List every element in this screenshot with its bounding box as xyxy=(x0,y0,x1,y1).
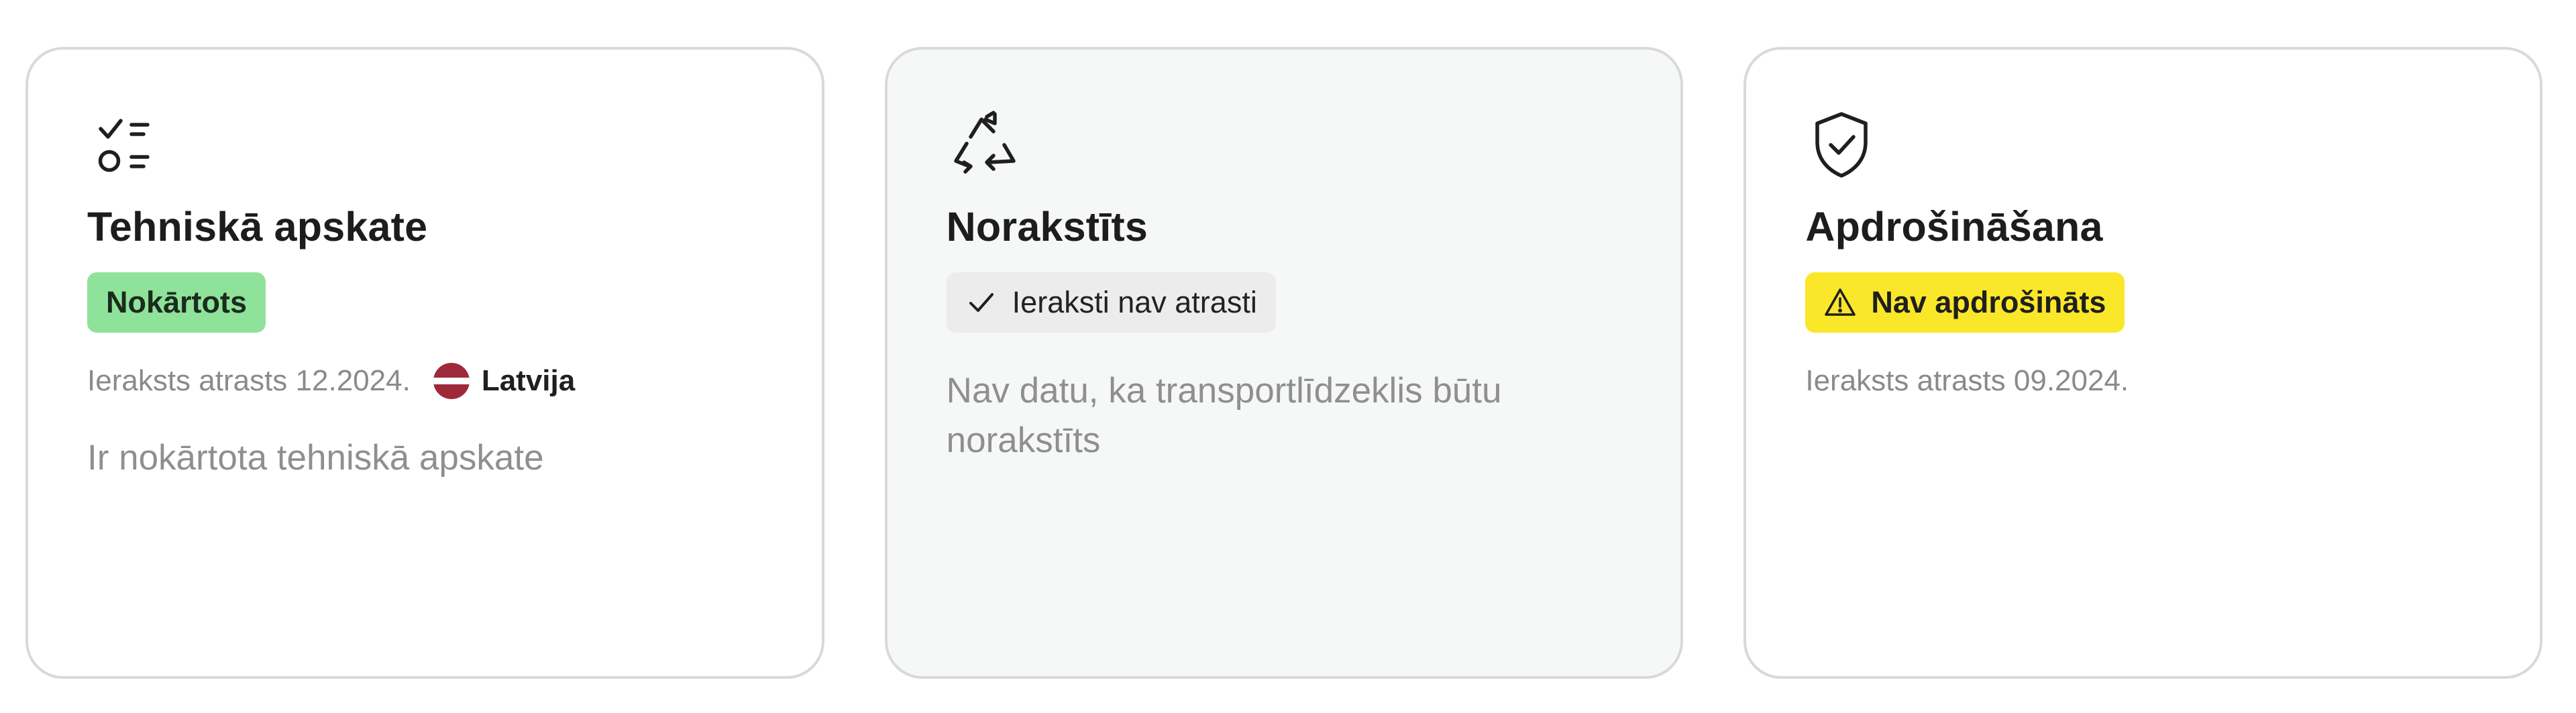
records-status-badge: Ieraksti nav atrasti xyxy=(946,272,1276,333)
card-description: Nav datu, ka transportlīdzeklis būtu nor… xyxy=(946,371,1502,460)
insurance-card: Apdrošināšana Nav apdrošināts Ieraksts a… xyxy=(1743,47,2543,679)
insurance-status-badge: Nav apdrošināts xyxy=(1805,272,2125,333)
latvia-flag-icon xyxy=(433,363,470,399)
recycle-icon xyxy=(947,109,1019,181)
warning-icon xyxy=(1824,286,1856,319)
country-label: Latvija xyxy=(481,364,576,397)
card-title: Apdrošināšana xyxy=(1805,204,2103,250)
badge-label: Ieraksti nav atrasti xyxy=(1012,285,1257,319)
badge-label: Nokārtots xyxy=(106,285,248,319)
badge-label: Nav apdrošināts xyxy=(1871,285,2106,319)
card-title: Norakstīts xyxy=(946,204,1148,250)
record-found-text: Ieraksts atrasts 09.2024. xyxy=(1805,364,2129,397)
record-found-text: Ieraksts atrasts 12.2024. xyxy=(87,364,411,397)
status-cards: Tehniskā apskate Nokārtots Ieraksts atra… xyxy=(25,47,2543,679)
written-off-card: Norakstīts Ieraksti nav atrasti Nav datu… xyxy=(884,47,1684,679)
checkmark-icon xyxy=(965,286,998,319)
inspection-status-badge: Nokārtots xyxy=(87,272,266,333)
card-title: Tehniskā apskate xyxy=(87,204,428,250)
record-meta: Ieraksts atrasts 12.2024. Latvija xyxy=(87,362,763,400)
shield-check-icon xyxy=(1805,109,1878,181)
technical-inspection-card: Tehniskā apskate Nokārtots Ieraksts atra… xyxy=(25,47,824,679)
record-meta: Ieraksts atrasts 09.2024. xyxy=(1805,362,2481,400)
checklist-icon xyxy=(87,109,160,181)
card-description: Ir nokārtota tehniskā apskate xyxy=(87,438,544,478)
